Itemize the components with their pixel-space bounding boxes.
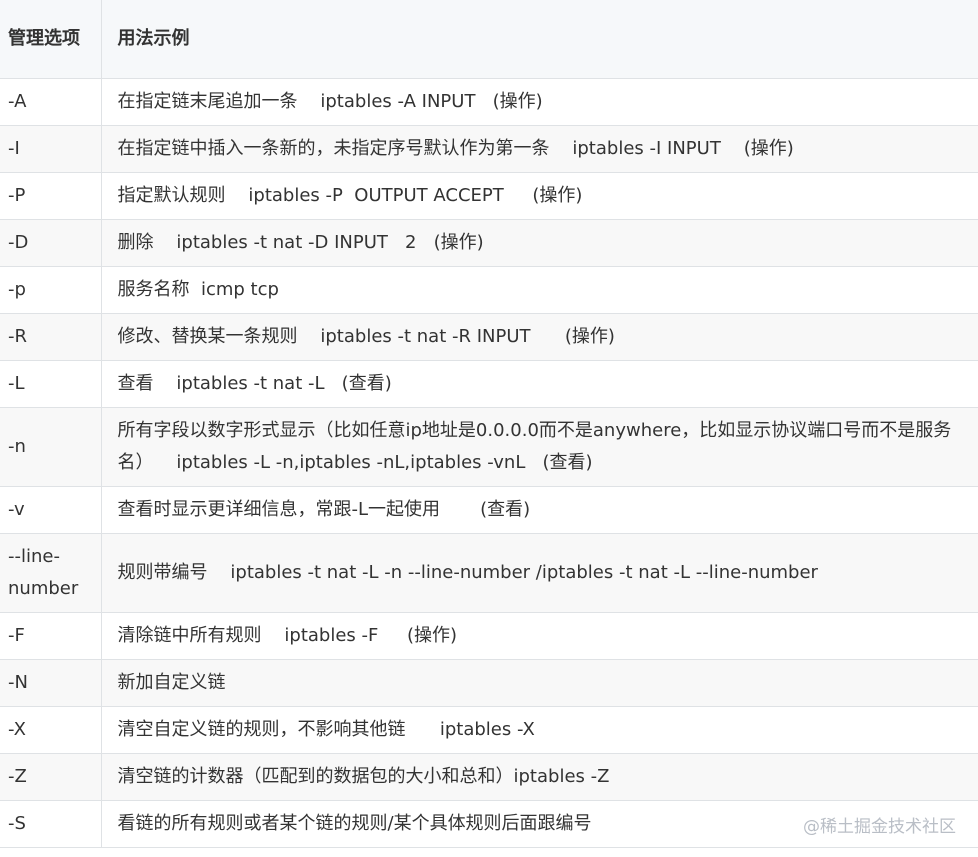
option-cell: -D xyxy=(0,218,102,267)
table-row: -D 删除 iptables -t nat -D INPUT 2 (操作) xyxy=(0,218,978,267)
usage-cell: 清空自定义链的规则，不影响其他链 iptables -X xyxy=(100,705,978,754)
usage-cell: 查看 iptables -t nat -L (查看) xyxy=(100,359,978,408)
option-cell: -F xyxy=(0,611,102,660)
table-row: -p 服务名称 icmp tcp xyxy=(0,265,978,314)
table-row: -A 在指定链末尾追加一条 iptables -A INPUT (操作) xyxy=(0,77,978,126)
table-row: -v 查看时显示更详细信息，常跟-L一起使用 (查看) xyxy=(0,485,978,534)
table-row: -L 查看 iptables -t nat -L (查看) xyxy=(0,359,978,408)
table-row: -N 新加自定义链 xyxy=(0,658,978,707)
header-usage: 用法示例 xyxy=(100,0,978,79)
option-cell: -A xyxy=(0,77,102,126)
option-cell: -n xyxy=(0,406,102,487)
usage-cell: 服务名称 icmp tcp xyxy=(100,265,978,314)
usage-cell: 所有字段以数字形式显示（比如任意ip地址是0.0.0.0而不是anywhere，… xyxy=(100,406,978,487)
table-row: -X 清空自定义链的规则，不影响其他链 iptables -X xyxy=(0,705,978,754)
table-row: -I 在指定链中插入一条新的，未指定序号默认作为第一条 iptables -I … xyxy=(0,124,978,173)
usage-cell: 规则带编号 iptables -t nat -L -n --line-numbe… xyxy=(100,532,978,613)
usage-cell: 在指定链末尾追加一条 iptables -A INPUT (操作) xyxy=(100,77,978,126)
table-row: -n 所有字段以数字形式显示（比如任意ip地址是0.0.0.0而不是anywhe… xyxy=(0,406,978,487)
table-row: -Z 清空链的计数器（匹配到的数据包的大小和总和）iptables -Z xyxy=(0,752,978,801)
usage-cell: 新加自定义链 xyxy=(100,658,978,707)
iptables-options-table: 管理选项 用法示例 -A 在指定链末尾追加一条 iptables -A INPU… xyxy=(0,0,978,848)
usage-cell: 指定默认规则 iptables -P OUTPUT ACCEPT (操作) xyxy=(100,171,978,220)
usage-cell: 清除链中所有规则 iptables -F (操作) xyxy=(100,611,978,660)
usage-cell: 清空链的计数器（匹配到的数据包的大小和总和）iptables -Z xyxy=(100,752,978,801)
usage-cell: 看链的所有规则或者某个链的规则/某个具体规则后面跟编号 xyxy=(100,799,978,848)
usage-cell: 在指定链中插入一条新的，未指定序号默认作为第一条 iptables -I INP… xyxy=(100,124,978,173)
table-row: -P 指定默认规则 iptables -P OUTPUT ACCEPT (操作) xyxy=(0,171,978,220)
table-row: -R 修改、替换某一条规则 iptables -t nat -R INPUT (… xyxy=(0,312,978,361)
option-cell: --line-number xyxy=(0,532,102,613)
option-cell: -S xyxy=(0,799,102,848)
usage-cell: 删除 iptables -t nat -D INPUT 2 (操作) xyxy=(100,218,978,267)
option-cell: -R xyxy=(0,312,102,361)
table-row: --line-number 规则带编号 iptables -t nat -L -… xyxy=(0,532,978,613)
option-cell: -P xyxy=(0,171,102,220)
option-cell: -p xyxy=(0,265,102,314)
option-cell: -Z xyxy=(0,752,102,801)
option-cell: -v xyxy=(0,485,102,534)
option-cell: -X xyxy=(0,705,102,754)
header-option: 管理选项 xyxy=(0,0,102,79)
option-cell: -N xyxy=(0,658,102,707)
option-cell: -I xyxy=(0,124,102,173)
usage-cell: 修改、替换某一条规则 iptables -t nat -R INPUT (操作) xyxy=(100,312,978,361)
table-header-row: 管理选项 用法示例 xyxy=(0,0,978,79)
table-row: -S 看链的所有规则或者某个链的规则/某个具体规则后面跟编号 xyxy=(0,799,978,848)
table-row: -F 清除链中所有规则 iptables -F (操作) xyxy=(0,611,978,660)
usage-cell: 查看时显示更详细信息，常跟-L一起使用 (查看) xyxy=(100,485,978,534)
option-cell: -L xyxy=(0,359,102,408)
